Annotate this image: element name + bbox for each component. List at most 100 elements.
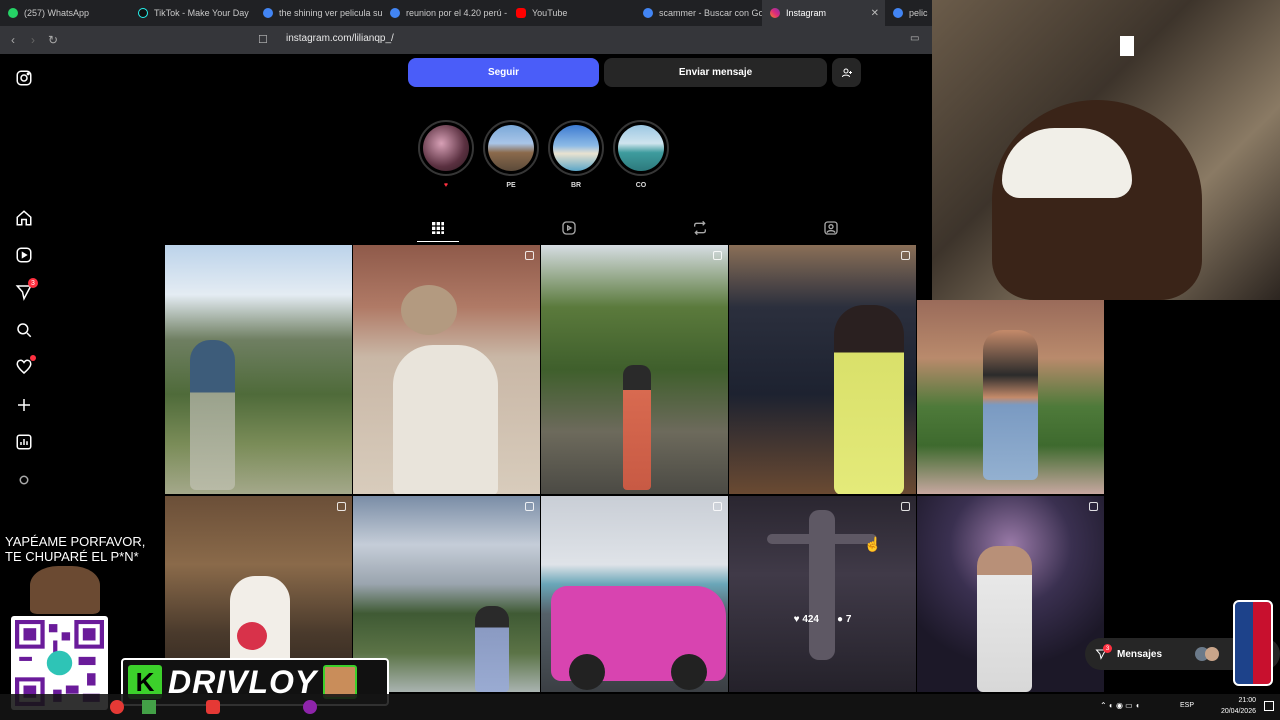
comment-icon: ●: [837, 614, 844, 625]
app-icon[interactable]: [110, 700, 124, 714]
bookmark-icon[interactable]: ☐: [258, 33, 268, 46]
post-thumbnail-hovered[interactable]: ♥ 424 ● 7: [729, 496, 916, 692]
reload-icon[interactable]: ↻: [43, 33, 63, 47]
tab-shining[interactable]: the shining ver pelicula sub: [255, 0, 382, 26]
tab-instagram[interactable]: Instagram ✕: [762, 0, 885, 26]
tab-reels[interactable]: [561, 220, 577, 236]
tiktok-icon: [138, 8, 148, 18]
repost-icon: [694, 220, 706, 236]
post-thumbnail[interactable]: [165, 245, 352, 494]
tab-whatsapp[interactable]: (257) WhatsApp: [0, 0, 130, 26]
highlight-pe[interactable]: PE: [483, 120, 539, 189]
carousel-icon: [525, 502, 534, 511]
tab-scammer[interactable]: scammer - Buscar con Goo: [635, 0, 762, 26]
notification-dot: [30, 355, 36, 361]
post-thumbnail[interactable]: [541, 245, 728, 494]
google-icon: [893, 8, 903, 18]
likes-value: 424: [802, 614, 819, 625]
highlight-heart[interactable]: ♥: [418, 120, 474, 189]
person-figure: [190, 340, 235, 490]
tab-reposts[interactable]: [692, 220, 708, 236]
close-icon[interactable]: ✕: [871, 8, 879, 19]
forward-icon[interactable]: ›: [23, 33, 43, 47]
suggest-user-button[interactable]: [832, 58, 861, 87]
person-figure: [623, 365, 651, 490]
post-thumbnail[interactable]: [729, 245, 916, 494]
notifications-icon[interactable]: [14, 355, 36, 377]
back-icon[interactable]: ‹: [3, 33, 23, 47]
tab-label: the shining ver pelicula sub: [279, 8, 382, 18]
app-icon[interactable]: [206, 700, 220, 714]
add-user-icon: [841, 68, 852, 77]
messages-badge: 3: [1103, 644, 1112, 653]
highlight-br[interactable]: BR: [548, 120, 604, 189]
dashboard-icon[interactable]: [14, 432, 34, 452]
url-field[interactable]: instagram.com/lilianqp_/: [286, 33, 394, 44]
messages-icon[interactable]: 3: [14, 278, 38, 302]
taskbar: ⌃ ◐ ◉ ▭ ◖ ESP 21:00 20/04/2026: [0, 694, 1280, 720]
person-figure: [834, 305, 904, 494]
send-message-button[interactable]: Enviar mensaje: [604, 58, 827, 87]
language-indicator[interactable]: ESP: [1180, 702, 1194, 709]
google-icon: [643, 8, 653, 18]
create-icon[interactable]: [14, 395, 34, 415]
person-figure: [393, 345, 498, 494]
tab-label: Instagram: [786, 8, 827, 18]
tab-youtube[interactable]: YouTube: [508, 0, 635, 26]
meme-face: [30, 566, 100, 614]
tab-label: (257) WhatsApp: [24, 8, 90, 18]
streamer-figure: [992, 100, 1202, 300]
highlight-co[interactable]: CO: [613, 120, 669, 189]
reels-icon[interactable]: [14, 245, 34, 265]
app-icon[interactable]: [142, 700, 156, 714]
highlight-ring: [613, 120, 669, 176]
tab-tiktok[interactable]: TikTok - Make Your Day: [130, 0, 255, 26]
messages-badge: 3: [28, 278, 38, 288]
notification-center-icon[interactable]: [1264, 701, 1274, 711]
app-icon[interactable]: [303, 700, 317, 714]
statue-body: [809, 510, 835, 660]
highlight-image: [553, 125, 599, 171]
follow-button[interactable]: Seguir: [408, 58, 599, 87]
wheel-image: [569, 654, 605, 690]
webcam-overlay: [932, 0, 1280, 300]
youtube-icon: [516, 8, 526, 18]
highlight-image: [423, 125, 469, 171]
tab-label: scammer - Buscar con Goo: [659, 8, 762, 18]
tab-label: pelic: [909, 8, 928, 18]
carousel-icon: [901, 251, 910, 260]
post-thumbnail[interactable]: [353, 245, 540, 494]
carousel-icon: [1089, 502, 1098, 511]
tab-pelic[interactable]: pelic: [885, 0, 932, 26]
whatsapp-icon: [8, 8, 18, 18]
post-thumbnail[interactable]: [917, 496, 1104, 692]
grid-icon: [432, 222, 444, 234]
highlight-label: ♥: [443, 182, 449, 189]
post-thumbnail[interactable]: [917, 300, 1104, 494]
tray-icons[interactable]: ⌃ ◐ ◉ ▭ ◖: [1100, 701, 1140, 710]
cake-image: [237, 622, 267, 650]
cast-icon[interactable]: ▭: [910, 33, 919, 44]
comment-count: ● 7: [837, 614, 851, 625]
search-icon[interactable]: [14, 320, 34, 340]
google-icon: [390, 8, 400, 18]
home-icon[interactable]: [14, 208, 34, 228]
tab-label: reunion por el 4.20 perú -: [406, 8, 508, 18]
tab-label: YouTube: [532, 8, 568, 18]
clock[interactable]: 21:00 20/04/2026: [1221, 695, 1256, 717]
active-tab-indicator: [417, 241, 459, 242]
person-figure: [401, 285, 457, 335]
tab-posts[interactable]: [430, 220, 446, 236]
instagram-icon: [770, 8, 780, 18]
post-stats-overlay: ♥ 424 ● 7: [729, 614, 916, 625]
highlight-image: [618, 125, 664, 171]
yape-line-2: TE CHUPARÉ EL P*N*: [5, 549, 139, 564]
carousel-icon: [901, 502, 910, 511]
reels-icon: [562, 221, 576, 235]
threads-icon[interactable]: [14, 470, 34, 490]
tab-reunion[interactable]: reunion por el 4.20 perú -: [382, 0, 508, 26]
instagram-icon[interactable]: [14, 68, 34, 88]
address-bar: ‹ › ↻ ☐ instagram.com/lilianqp_/ ▭: [0, 26, 932, 54]
post-thumbnail[interactable]: [541, 496, 728, 692]
tab-tagged[interactable]: [823, 220, 839, 236]
